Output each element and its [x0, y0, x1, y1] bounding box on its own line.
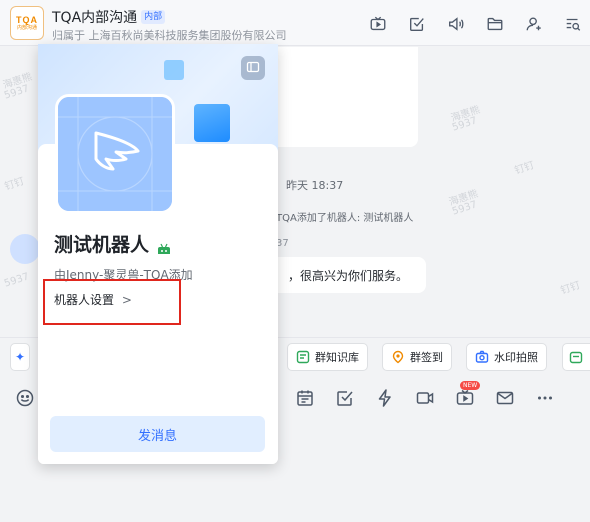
sparkle-icon: ✦: [15, 350, 26, 364]
group-checkin-button[interactable]: 群签到: [382, 343, 452, 371]
send-message-button[interactable]: 发消息: [50, 416, 265, 452]
camera-label: 水印拍照: [494, 351, 538, 364]
watermark: 5937: [2, 271, 31, 290]
group-logo[interactable]: TQA 内部沟通: [10, 6, 44, 40]
side-panel-icon: [246, 59, 260, 78]
knowledge-label: 群知识库: [315, 351, 359, 364]
tv-icon[interactable]: [367, 14, 389, 34]
logo-text: TQA: [16, 14, 38, 25]
banner-decoration: [164, 60, 184, 80]
robot-name: 测试机器人: [54, 234, 150, 256]
calendar-green-icon: [569, 350, 583, 364]
announcement-icon[interactable]: [445, 14, 467, 34]
calendar-icon[interactable]: [295, 388, 315, 408]
camera-icon: [475, 350, 489, 364]
watermark: 钉钉: [513, 160, 536, 177]
knowledge-icon: [296, 350, 310, 364]
chat-header: TQA 内部沟通 TQA内部沟通 内部 归属于 上海百秋尚美科技服务集团股份有限…: [0, 0, 590, 46]
message-bubble[interactable]: ，很高兴为你们服务。: [262, 257, 426, 293]
header-toolbar: [350, 14, 584, 34]
robot-avatar[interactable]: [55, 94, 175, 214]
avatar[interactable]: [10, 234, 40, 264]
todo-icon[interactable]: [335, 388, 355, 408]
watermark: 钉钉: [559, 280, 582, 297]
checkbox-icon[interactable]: [406, 14, 428, 34]
video-icon[interactable]: [415, 388, 435, 408]
folder-icon[interactable]: [484, 14, 506, 34]
ai-assistant-button[interactable]: ✦: [10, 343, 30, 371]
robot-profile-popup: 测试机器人 由Jenny-聚灵兽-TQA添加 机器人设置 > 发消息: [38, 44, 278, 464]
mail-icon[interactable]: [495, 388, 515, 408]
add-member-icon[interactable]: [523, 14, 545, 34]
logo-subtext: 内部沟通: [16, 24, 37, 31]
group-name: TQA内部沟通: [52, 10, 138, 26]
more-icon[interactable]: [535, 388, 555, 408]
robot-icon: [157, 238, 171, 254]
watermark-camera-button[interactable]: 水印拍照: [466, 343, 547, 371]
group-title[interactable]: TQA内部沟通 内部: [52, 7, 166, 27]
lightning-icon[interactable]: [375, 388, 395, 408]
new-badge: NEW: [460, 381, 481, 390]
banner-decoration: [194, 104, 230, 142]
system-message: TQA添加了机器人: 测试机器人: [276, 213, 414, 224]
search-list-icon[interactable]: [562, 14, 584, 34]
more-quick-action-button[interactable]: [562, 343, 590, 371]
robot-name-row: 测试机器人: [54, 230, 171, 257]
watermark: 钉钉: [3, 176, 26, 193]
checkin-label: 群签到: [410, 351, 443, 364]
live-icon[interactable]: [455, 388, 475, 408]
dingtalk-wing-icon: [58, 97, 172, 211]
side-panel-button[interactable]: [241, 56, 265, 80]
emoji-icon[interactable]: [15, 388, 35, 408]
highlight-box: [43, 279, 181, 325]
message-timestamp: 昨天 18:37: [286, 179, 344, 192]
checkin-icon: [391, 350, 405, 364]
group-owner: 归属于 上海百秋尚美科技服务集团股份有限公司: [52, 29, 287, 42]
group-knowledge-button[interactable]: 群知识库: [287, 343, 368, 371]
internal-badge: 内部: [141, 10, 166, 24]
